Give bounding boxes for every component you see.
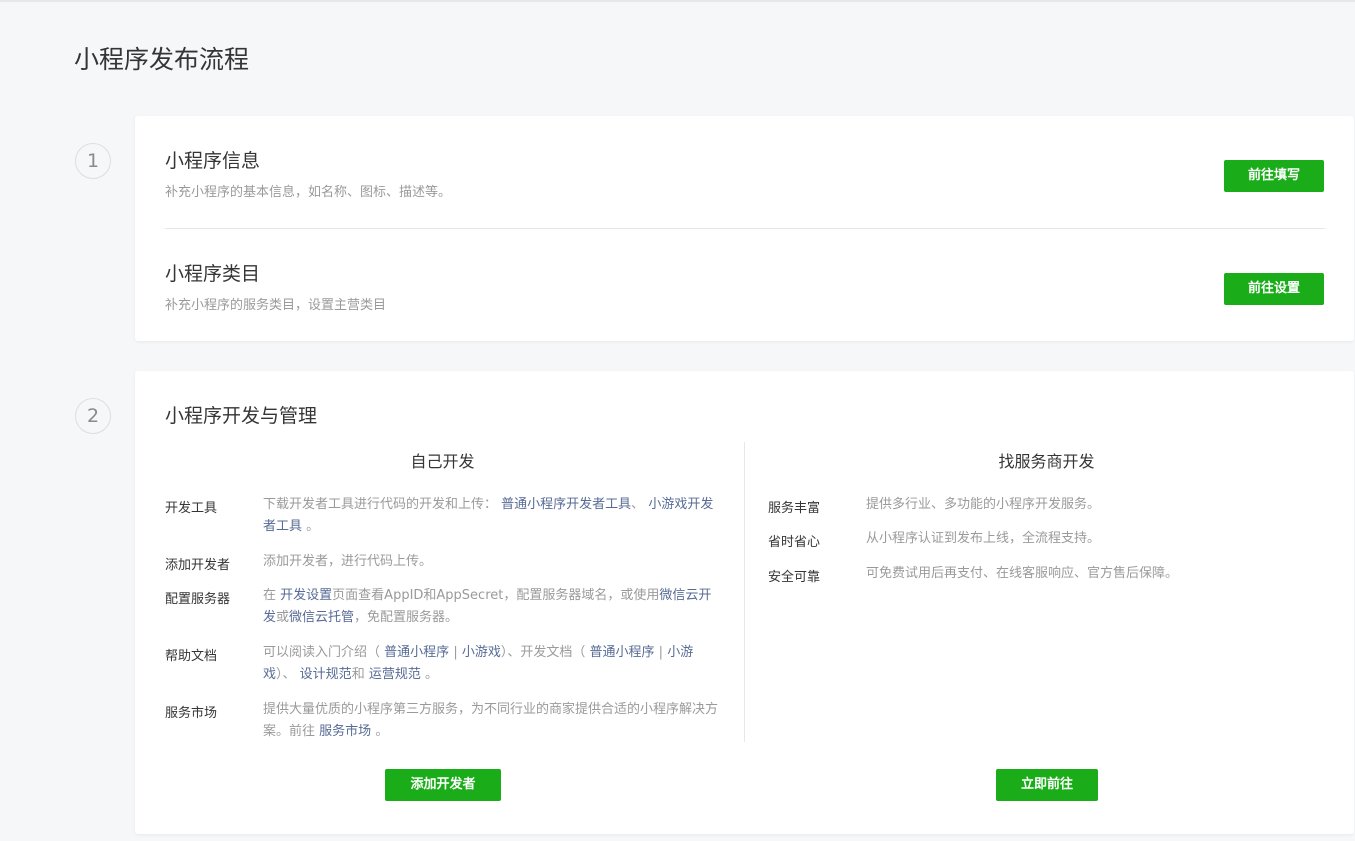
provider-item-label-rich: 服务丰富 [768,501,821,516]
service-market-label: 服务市场 [165,706,218,721]
devtools-desc: 下载开发者工具进行代码的开发和上传： 普通小程序开发者工具、 小游戏开发者工具 … [263,497,714,534]
provider-item-desc-secure: 可免费试用后再支付、在线客服响应、官方售后保障。 [866,566,1179,581]
mini-program-category-title: 小程序类目 [165,263,261,285]
go-now-button[interactable]: 立即前往 [996,769,1098,801]
design-spec-link[interactable]: 设计规范 [300,667,352,682]
page-title: 小程序发布流程 [74,45,250,74]
add-developer-button[interactable]: 添加开发者 [385,769,501,801]
provider-item-label-save-time: 省时省心 [768,535,821,550]
self-dev-title: 自己开发 [410,452,475,471]
intro-mini-game-link[interactable]: 小游戏 [462,645,501,660]
provider-item-desc-save-time: 从小程序认证到发布上线，全流程支持。 [866,531,1101,546]
server-config-desc: 在 开发设置页面查看AppID和AppSecret，配置服务器域名，或使用微信云… [263,588,712,625]
service-market-link[interactable]: 服务市场 [319,724,371,739]
add-dev-desc: 添加开发者，进行代码上传。 [263,554,433,569]
step1-divider [165,228,1325,229]
intro-mini-program-link[interactable]: 普通小程序 [384,645,449,660]
add-dev-label: 添加开发者 [165,558,231,573]
provider-item-desc-rich: 提供多行业、多功能的小程序开发服务。 [866,497,1101,512]
mini-program-devtool-link[interactable]: 普通小程序开发者工具 [501,497,631,512]
service-market-desc: 提供大量优质的小程序第三方服务，为不同行业的商家提供合适的小程序解决方案。前往 … [263,702,719,739]
operation-spec-link[interactable]: 运营规范 [369,667,421,682]
server-config-label: 配置服务器 [165,592,231,607]
column-divider [744,442,745,742]
step-number-2: 2 [75,398,111,434]
dev-settings-link[interactable]: 开发设置 [280,588,332,603]
mini-program-info-desc: 补充小程序的基本信息，如名称、图标、描述等。 [165,185,452,200]
mini-program-category-desc: 补充小程序的服务类目，设置主营类目 [165,298,387,313]
dev-management-title: 小程序开发与管理 [165,405,318,427]
provider-dev-title: 找服务商开发 [998,452,1095,471]
help-docs-desc: 可以阅读入门介绍（ 普通小程序 | 小游戏）、开发文档（ 普通小程序 | 小游戏… [263,645,694,682]
step1-card: 小程序信息 补充小程序的基本信息，如名称、图标、描述等。 前往填写 小程序类目 … [135,116,1354,341]
provider-item-label-secure: 安全可靠 [768,570,821,585]
step2-card: 小程序开发与管理 自己开发 找服务商开发 开发工具 下载开发者工具进行代码的开发… [135,371,1354,834]
docs-mini-program-link[interactable]: 普通小程序 [590,645,655,660]
go-settings-button[interactable]: 前往设置 [1224,273,1324,305]
top-border [0,0,1355,2]
help-docs-label: 帮助文档 [165,649,218,664]
wechat-cloud-hosting-link[interactable]: 微信云托管 [289,610,354,625]
step-number-1: 1 [75,143,111,179]
devtools-label: 开发工具 [165,501,218,516]
go-fill-button[interactable]: 前往填写 [1224,160,1324,192]
mini-program-info-title: 小程序信息 [165,150,261,172]
